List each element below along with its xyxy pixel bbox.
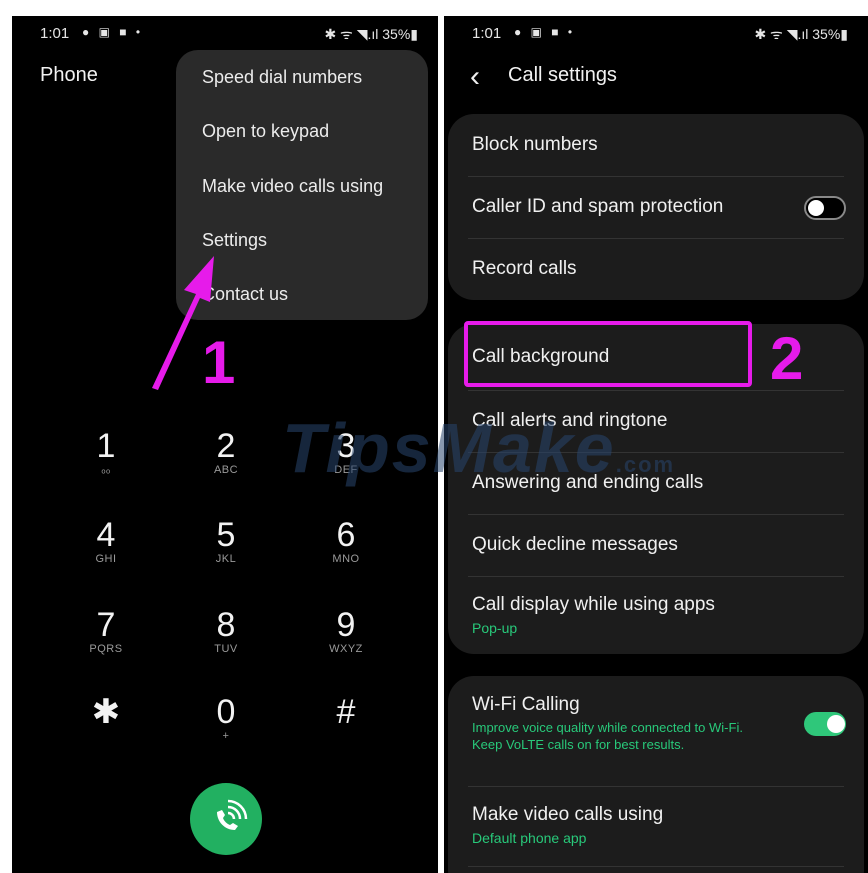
menu-item-settings[interactable]: Settings [202,230,267,251]
key-digit: 9 [336,606,356,644]
key-digit: 8 [216,606,236,644]
key-5[interactable]: 6 MNO [296,517,396,565]
back-chevron-icon[interactable]: ‹ [470,60,480,94]
key-6[interactable]: 7 PQRS [56,607,156,655]
row-sublabel: Keep VoLTE calls on for best results. [472,737,685,752]
key-1[interactable]: 2 ABC [176,428,276,476]
key-digit: 2 [216,427,236,465]
key-digit: 7 [96,606,116,644]
key-letters: + [222,730,230,742]
key-4[interactable]: 5 JKL [176,517,276,565]
menu-item-open-keypad[interactable]: Open to keypad [202,121,329,142]
row-label: Call display while using apps [472,594,715,615]
phone-wifi-icon [217,799,248,830]
key-letters: JKL [215,553,237,565]
row-block-numbers[interactable]: Block numbers [472,134,840,156]
row-label: Caller ID and spam protection [472,196,724,217]
key-digit: 4 [96,516,116,554]
divider [468,576,844,577]
key-digit: 0 [216,693,236,731]
key-digit: 5 [216,516,236,554]
key-3[interactable]: 4 GHI [56,517,156,565]
status-bar: 1:01 ● ▣ ■ • ✱ ᯤ ◥.ıl 35%▮ [444,25,868,47]
settings-group-blocking: Block numbers Caller ID and spam protect… [448,114,864,300]
key-digit: 6 [336,516,356,554]
settings-group-wifi: Wi-Fi Calling Improve voice quality whil… [448,676,864,873]
row-caller-id[interactable]: Caller ID and spam protection [472,196,840,218]
step-number-2: 2 [770,325,804,392]
status-right-icons: ✱ ᯤ ◥.ıl 35%▮ [754,26,848,42]
status-right-icons: ✱ ᯤ ◥.ıl 35%▮ [324,26,418,42]
call-button[interactable] [190,783,262,855]
row-sublabel: Pop-up [472,620,518,636]
key-7[interactable]: 8 TUV [176,607,276,655]
wifi-calling-toggle[interactable] [804,712,846,736]
row-wifi-calling[interactable]: Wi-Fi Calling Improve voice quality whil… [472,694,840,753]
highlight-box [464,321,752,387]
page-title: Call settings [508,64,617,86]
row-label: Record calls [472,258,577,279]
row-sublabel: Improve voice quality while connected to… [472,720,743,735]
status-time: 1:01 [472,25,502,42]
key-11[interactable]: # [296,694,396,730]
row-label: Block numbers [472,134,598,155]
row-label: Make video calls using [472,804,664,825]
toggle-knob [827,715,845,733]
key-letters: ₒₒ [101,464,111,476]
key-0[interactable]: 1 ₒₒ [56,428,156,476]
notification-icons: ● ▣ ■ • [82,25,144,39]
notification-icons: ● ▣ ■ • [514,25,576,39]
key-letters: PQRS [89,643,123,655]
row-call-display[interactable]: Call display while using apps Pop-up [472,594,840,637]
key-letters: TUV [214,643,238,655]
row-record-calls[interactable]: Record calls [472,258,840,280]
menu-item-speed-dial[interactable]: Speed dial numbers [202,67,362,88]
row-quick-decline[interactable]: Quick decline messages [472,534,840,556]
row-label: Quick decline messages [472,534,678,555]
key-10[interactable]: 0 + [176,694,276,742]
key-9[interactable]: ✱ [56,694,156,730]
menu-item-video-calls[interactable]: Make video calls using [202,176,383,197]
key-digit: # [336,693,356,731]
key-digit: ✱ [91,693,121,731]
caller-id-toggle[interactable] [804,196,846,220]
watermark-text: TipsMake [282,409,616,487]
row-label: Wi-Fi Calling [472,694,580,715]
key-letters: ABC [213,464,239,476]
key-letters: GHI [95,553,117,565]
app-title: Phone [40,64,98,86]
key-letters: MNO [332,553,360,565]
row-video-calls[interactable]: Make video calls using Default phone app [472,804,840,847]
key-digit: 1 [96,427,116,465]
watermark: TipsMake.com [282,408,675,488]
key-8[interactable]: 9 WXYZ [296,607,396,655]
watermark-suffix: .com [615,452,676,477]
key-letters: WXYZ [329,643,363,655]
toggle-knob [808,200,824,216]
divider [468,514,844,515]
row-sublabel: Default phone app [472,830,587,846]
status-bar: 1:01 ● ▣ ■ • ✱ ᯤ ◥.ıl 35%▮ [12,25,438,47]
divider [468,176,844,177]
divider [468,786,844,787]
step-number-1: 1 [202,329,236,396]
divider [468,238,844,239]
status-time: 1:01 [40,25,70,42]
divider [468,866,844,867]
